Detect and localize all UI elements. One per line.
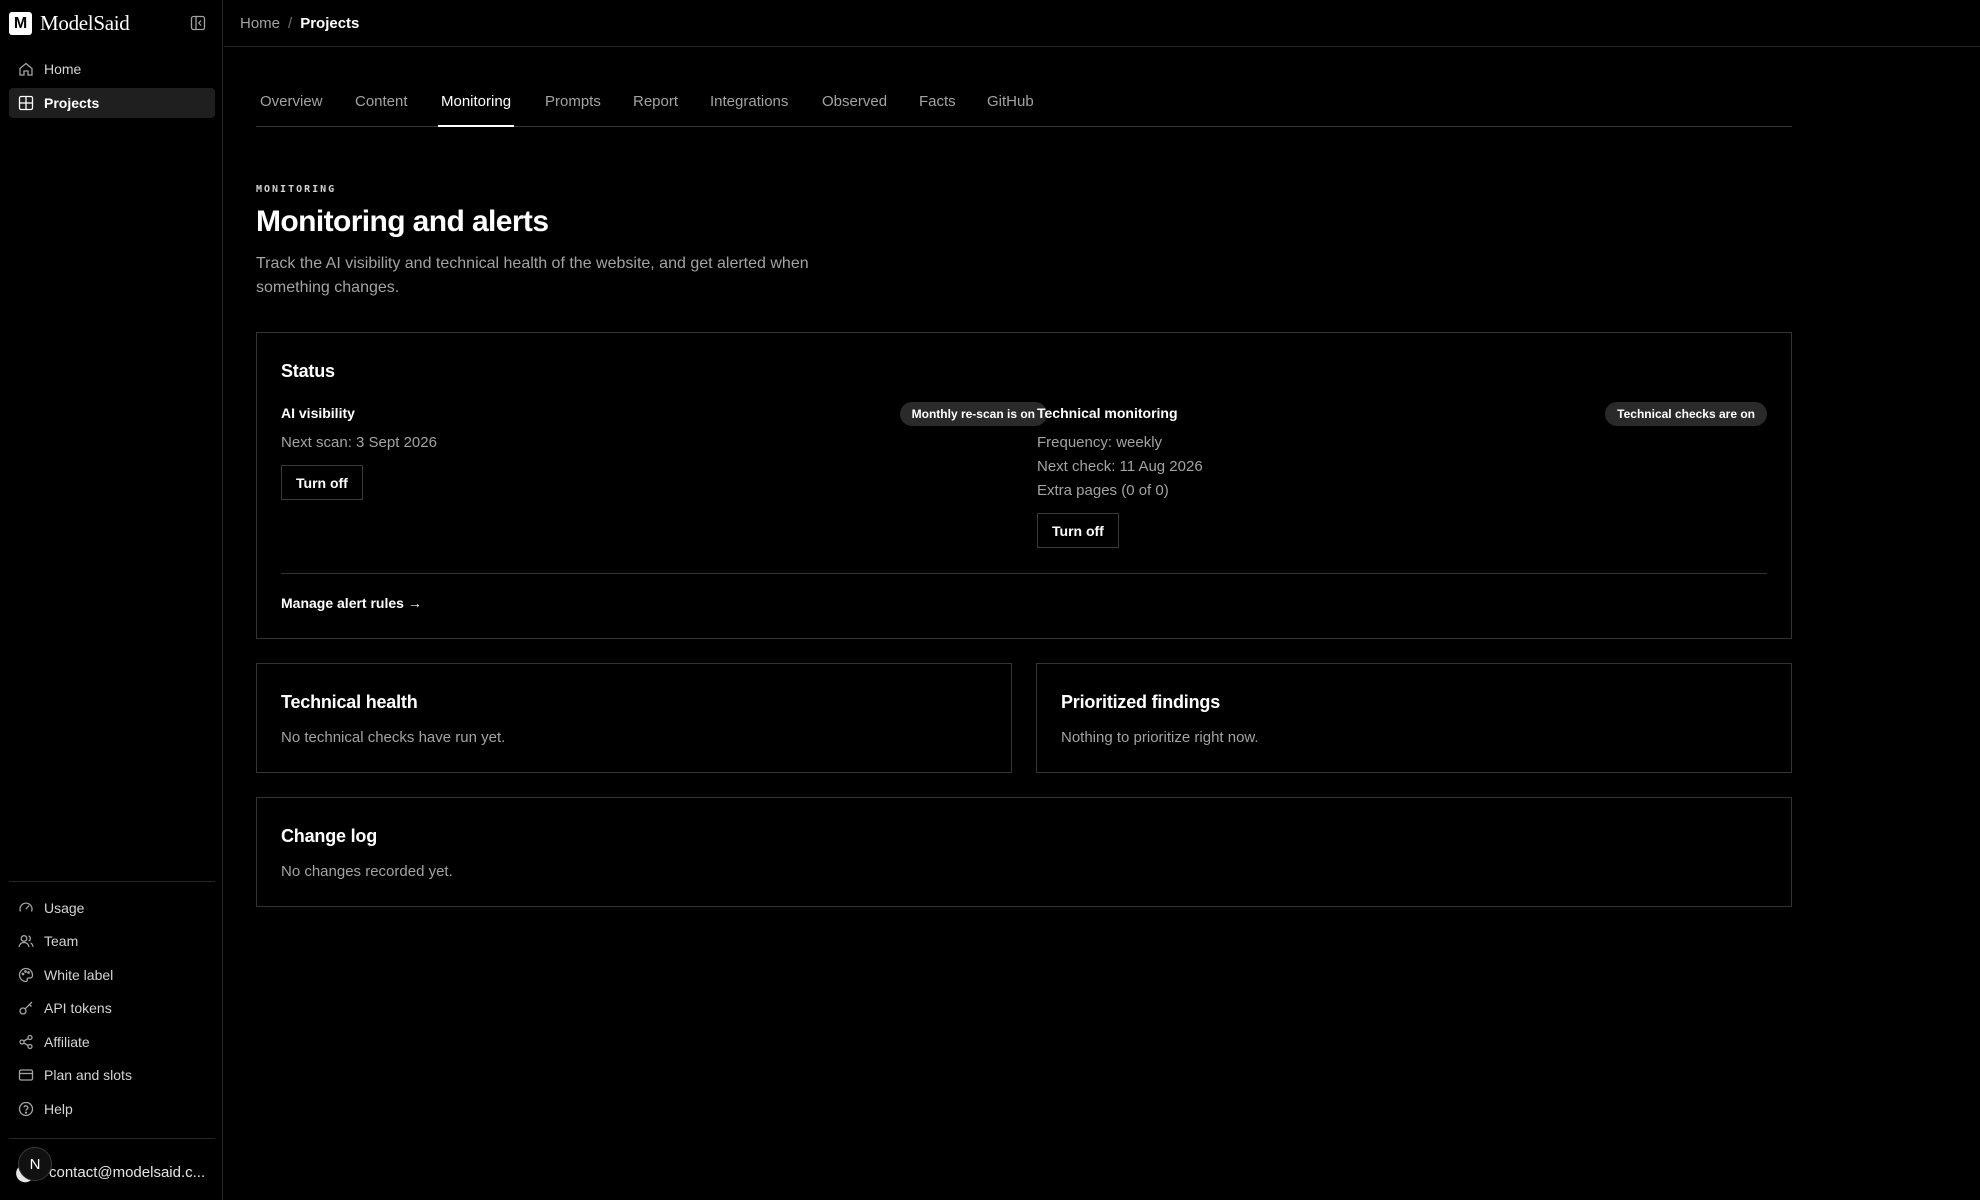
frequency-text: Frequency: weekly <box>1037 434 1163 451</box>
technical-monitoring-title: Technical monitoring <box>1037 405 1178 421</box>
users-icon <box>18 935 34 948</box>
sidebar-item-label: Team <box>44 933 79 949</box>
grid-icon <box>18 95 34 111</box>
turn-off-technical-monitoring-button[interactable]: Turn off <box>1037 513 1119 548</box>
sidebar-item-label: Home <box>44 61 82 77</box>
next-scan-text: Next scan: 3 Sept 2026 <box>281 434 437 451</box>
sidebar-item-label: API tokens <box>44 1000 112 1016</box>
status-badge: Technical checks are on <box>1605 402 1767 426</box>
status-card: Status AI visibility Monthly re-scan is … <box>256 332 1792 639</box>
tab-report[interactable]: Report <box>633 93 678 126</box>
sidebar-item-affiliate[interactable]: Affiliate <box>9 1027 215 1057</box>
tab-integrations[interactable]: Integrations <box>710 93 788 126</box>
status-badge: Monthly re-scan is on <box>899 402 1047 426</box>
sidebar-item-white-label[interactable]: White label <box>9 960 215 990</box>
sidebar-item-label: Projects <box>44 95 100 111</box>
brand-name: ModelSaid <box>40 11 130 35</box>
card-icon <box>18 1069 34 1081</box>
sidebar-divider <box>9 881 215 882</box>
technical-health-message: No technical checks have run yet. <box>281 729 506 746</box>
breadcrumb-current: Projects <box>300 15 360 32</box>
user-email: contact@modelsaid.c... <box>49 1163 206 1181</box>
breadcrumb-home[interactable]: Home <box>240 15 280 32</box>
tab-prompts[interactable]: Prompts <box>545 93 601 126</box>
manage-alert-rules-link[interactable]: Manage alert rules → <box>281 595 422 611</box>
prioritized-findings-card: Prioritized findings Nothing to prioriti… <box>1036 663 1792 773</box>
key-icon <box>19 1001 33 1015</box>
change-log-card: Change log No changes recorded yet. <box>256 797 1792 907</box>
brand-logo: M <box>9 12 32 35</box>
project-tabs: Overview Content Monitoring Prompts Repo… <box>256 80 1792 127</box>
collapse-sidebar-icon[interactable] <box>190 15 206 31</box>
prioritized-findings-message: Nothing to prioritize right now. <box>1061 729 1259 746</box>
palette-icon <box>18 967 34 983</box>
technical-health-title: Technical health <box>281 692 418 712</box>
sidebar-divider <box>9 1138 215 1139</box>
tab-overview[interactable]: Overview <box>260 93 323 126</box>
tab-content[interactable]: Content <box>355 93 408 126</box>
sidebar-item-label: Affiliate <box>44 1034 90 1050</box>
sidebar: M ModelSaid Home Projects Usage Team Whi… <box>0 0 223 1200</box>
tab-facts[interactable]: Facts <box>919 93 956 126</box>
tab-observed[interactable]: Observed <box>822 93 887 126</box>
status-title: Status <box>281 361 335 381</box>
sidebar-item-api-tokens[interactable]: API tokens <box>9 993 215 1023</box>
brand[interactable]: M ModelSaid <box>9 11 130 36</box>
next-check-text: Next check: 11 Aug 2026 <box>1037 458 1203 475</box>
sidebar-item-label: Help <box>44 1101 73 1117</box>
page-description: Track the AI visibility and technical he… <box>256 255 809 296</box>
avatar[interactable]: N <box>18 1147 52 1181</box>
section-eyebrow: MONITORING <box>256 184 337 195</box>
sidebar-item-help[interactable]: Help <box>9 1094 215 1124</box>
sidebar-item-projects[interactable]: Projects <box>9 88 215 118</box>
sidebar-item-label: Usage <box>44 900 85 916</box>
tab-github[interactable]: GitHub <box>987 93 1034 126</box>
card-divider <box>281 573 1767 574</box>
sidebar-item-label: Plan and slots <box>44 1067 132 1083</box>
sidebar-item-usage[interactable]: Usage <box>9 893 215 923</box>
sidebar-item-home[interactable]: Home <box>9 54 215 84</box>
change-log-title: Change log <box>281 826 377 846</box>
breadcrumb: Home / Projects <box>240 15 359 32</box>
topbar: Home / Projects <box>224 0 1980 47</box>
change-log-message: No changes recorded yet. <box>281 863 453 880</box>
help-icon <box>18 1101 34 1117</box>
ai-visibility-title: AI visibility <box>281 405 355 421</box>
page-title: Monitoring and alerts <box>256 205 549 238</box>
gauge-icon <box>19 902 33 912</box>
sidebar-item-plan-and-slots[interactable]: Plan and slots <box>9 1060 215 1090</box>
home-icon <box>19 62 33 76</box>
share-icon <box>19 1034 33 1050</box>
sidebar-item-label: White label <box>44 967 114 983</box>
breadcrumb-separator: / <box>288 15 293 32</box>
turn-off-ai-visibility-button[interactable]: Turn off <box>281 465 363 500</box>
prioritized-findings-title: Prioritized findings <box>1061 692 1221 712</box>
sidebar-item-team[interactable]: Team <box>9 926 215 956</box>
extra-pages-text: Extra pages (0 of 0) <box>1037 482 1169 499</box>
tab-monitoring[interactable]: Monitoring <box>437 93 515 127</box>
technical-health-card: Technical health No technical checks hav… <box>256 663 1012 773</box>
